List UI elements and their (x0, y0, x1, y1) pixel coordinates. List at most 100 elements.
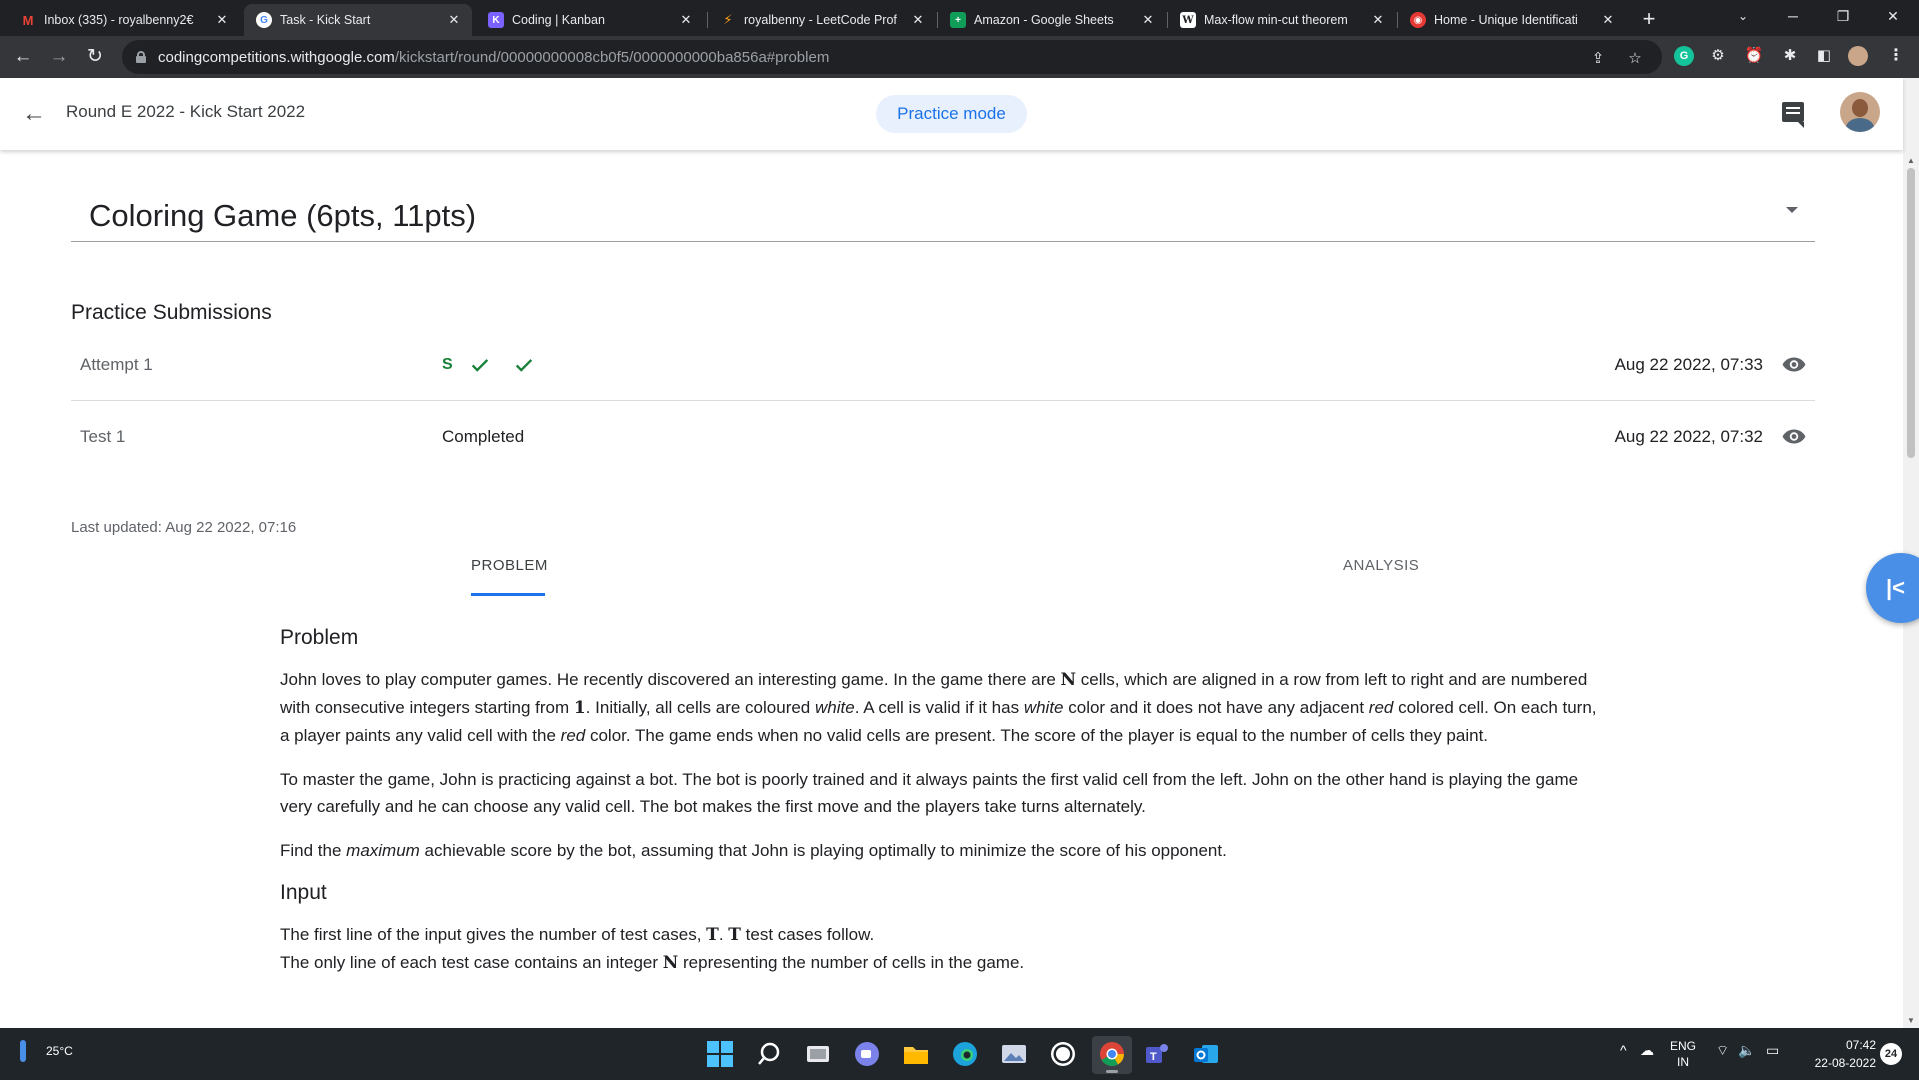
browser-tab-wikipedia[interactable]: W Max-flow min-cut theorem ✕ (1168, 4, 1396, 36)
forward-icon[interactable]: → (44, 42, 74, 72)
close-tab-icon[interactable]: ✕ (678, 12, 694, 28)
collapse-panel-button[interactable]: |< (1866, 553, 1919, 623)
battery-icon[interactable]: ▭ (1766, 1042, 1779, 1059)
submission-row-test-1[interactable]: Test 1 Completed Aug 22 2022, 07:32 (71, 401, 1815, 473)
problem-selector-underline (71, 241, 1815, 242)
app-header: ← Round E 2022 - Kick Start 2022 Practic… (0, 78, 1903, 150)
language-code: ENG (1670, 1039, 1697, 1053)
eye-icon[interactable] (1782, 356, 1806, 373)
wifi-icon[interactable]: ⌔ (1716, 1042, 1729, 1060)
scroll-down-icon[interactable]: ▼ (1903, 1014, 1919, 1028)
close-tab-icon[interactable]: ✕ (1600, 12, 1616, 28)
extensions-puzzle-icon[interactable]: ✱ (1780, 46, 1800, 66)
tab-title: Max-flow min-cut theorem (1204, 13, 1348, 27)
scroll-thumb[interactable] (1907, 168, 1915, 458)
notification-badge[interactable]: 24 (1880, 1043, 1902, 1065)
browser-tab-uidai[interactable]: ◉ Home - Unique Identificati ✕ (1398, 4, 1626, 36)
tab-title: Amazon - Google Sheets (974, 13, 1114, 27)
task-view-icon[interactable] (804, 1040, 832, 1068)
tab-title: royalbenny - LeetCode Prof (744, 13, 897, 27)
scroll-up-icon[interactable]: ▲ (1903, 154, 1919, 168)
browser-tab-kanban[interactable]: K Coding | Kanban ✕ (476, 4, 704, 36)
volume-icon[interactable]: 🔈 (1738, 1042, 1755, 1059)
svg-text:T: T (1150, 1051, 1157, 1063)
bookmark-star-icon[interactable]: ☆ (1625, 49, 1645, 69)
tab-title: Task - Kick Start (280, 13, 371, 27)
file-explorer-icon[interactable] (902, 1040, 930, 1068)
close-tab-icon[interactable]: ✕ (1370, 12, 1386, 28)
reload-icon[interactable]: ↻ (80, 42, 110, 72)
input-line-1: The first line of the input gives the nu… (280, 925, 875, 945)
new-tab-button[interactable]: + (1635, 6, 1663, 34)
tab-analysis[interactable]: ANALYSIS (1343, 550, 1423, 596)
dropdown-caret-icon[interactable] (1786, 207, 1798, 213)
gmail-icon: M (22, 12, 34, 28)
close-tab-icon[interactable]: ✕ (446, 12, 462, 28)
search-icon[interactable] (755, 1040, 783, 1068)
temperature: 25°C (46, 1044, 73, 1058)
submission-name: Attempt 1 (80, 355, 153, 374)
submission-row-attempt-1[interactable]: Attempt 1 S Aug 22 2022, 07:33 (71, 329, 1815, 401)
tab-problem[interactable]: PROBLEM (471, 550, 547, 596)
round-title: Round E 2022 - Kick Start 2022 (66, 102, 306, 121)
clock-time: 07:42 (1845, 1038, 1876, 1052)
collapse-left-icon: |< (1886, 575, 1906, 600)
minimize-button[interactable]: ─ (1770, 0, 1816, 32)
practice-mode-chip[interactable]: Practice mode (876, 95, 1027, 133)
chrome-icon[interactable] (1092, 1036, 1132, 1074)
tab-search-icon[interactable]: ⌄ (1720, 0, 1766, 32)
problem-title[interactable]: Coloring Game (6pts, 11pts) (89, 198, 476, 234)
browser-tab-gmail[interactable]: M Inbox (335) - royalbenny2€ ✕ (8, 4, 240, 36)
back-arrow-icon[interactable]: ← (22, 100, 50, 128)
submission-verdict: S (442, 329, 557, 401)
browser-toolbar: ← → ↻ codingcompetitions.withgoogle.com /… (0, 36, 1919, 78)
show-hidden-icons[interactable]: ^ (1620, 1042, 1627, 1058)
browser-tab-kickstart[interactable]: G Task - Kick Start ✕ (244, 4, 472, 36)
feedback-chat-icon[interactable] (1782, 102, 1804, 128)
share-icon[interactable]: ⇪ (1588, 49, 1608, 69)
grammarly-icon[interactable]: G (1674, 46, 1694, 66)
outlook-icon[interactable] (1192, 1040, 1220, 1068)
browser-tab-leetcode[interactable]: ⚡ royalbenny - LeetCode Prof ✕ (708, 4, 936, 36)
wikipedia-icon: W (1180, 12, 1196, 28)
address-bar[interactable]: codingcompetitions.withgoogle.com/kickst… (122, 40, 1662, 74)
side-panel-icon[interactable]: ◧ (1814, 46, 1834, 66)
check-icon (515, 359, 532, 372)
teams-icon[interactable]: T (1143, 1040, 1171, 1068)
last-updated: Last updated: Aug 22 2022, 07:16 (71, 519, 297, 536)
lock-icon[interactable] (136, 51, 146, 63)
close-tab-icon[interactable]: ✕ (910, 12, 926, 28)
thermometer-icon (20, 1040, 26, 1062)
alarm-extension-icon[interactable]: ⏰ (1744, 46, 1764, 66)
photos-icon[interactable] (1000, 1040, 1028, 1068)
profile-avatar-icon[interactable] (1848, 46, 1868, 66)
tab-title: Coding | Kanban (512, 13, 605, 27)
language-indicator[interactable]: ENG IN (1670, 1038, 1696, 1070)
input-heading: Input (280, 881, 327, 904)
url-host: codingcompetitions.withgoogle.com (158, 48, 395, 66)
windows-start-icon[interactable] (706, 1040, 734, 1068)
submission-name: Test 1 (80, 427, 126, 446)
url-path: /kickstart/round/00000000008cb0f5/000000… (394, 48, 830, 66)
eye-icon[interactable] (1782, 428, 1806, 445)
edge-browser-icon[interactable] (951, 1040, 979, 1068)
tab-title: Home - Unique Identificati (1434, 13, 1578, 27)
input-description: The first line of the input gives the nu… (280, 921, 1610, 977)
clock-date: 22-08-2022 (1814, 1056, 1876, 1070)
onedrive-icon[interactable]: ☁ (1640, 1042, 1654, 1059)
close-tab-icon[interactable]: ✕ (1140, 12, 1156, 28)
submission-verdict: Completed (442, 427, 525, 446)
browser-tab-sheets[interactable]: + Amazon - Google Sheets ✕ (938, 4, 1166, 36)
statement-paragraph-2: To master the game, John is practicing a… (280, 770, 1579, 816)
back-icon[interactable]: ← (8, 42, 38, 72)
restore-button[interactable]: ❐ (1820, 0, 1866, 32)
close-window-button[interactable]: ✕ (1870, 0, 1916, 32)
teams-chat-icon[interactable] (853, 1040, 881, 1068)
weather-widget[interactable]: 25°C (20, 1040, 73, 1062)
close-tab-icon[interactable]: ✕ (214, 12, 230, 28)
extension-gear-icon[interactable]: ⚙ (1708, 46, 1728, 66)
menu-dots-icon[interactable]: ⋮ (1886, 46, 1906, 66)
avatar[interactable] (1840, 92, 1880, 132)
system-clock[interactable]: 07:42 22-08-2022 (1800, 1036, 1876, 1072)
whatsapp-icon[interactable] (1049, 1040, 1077, 1068)
